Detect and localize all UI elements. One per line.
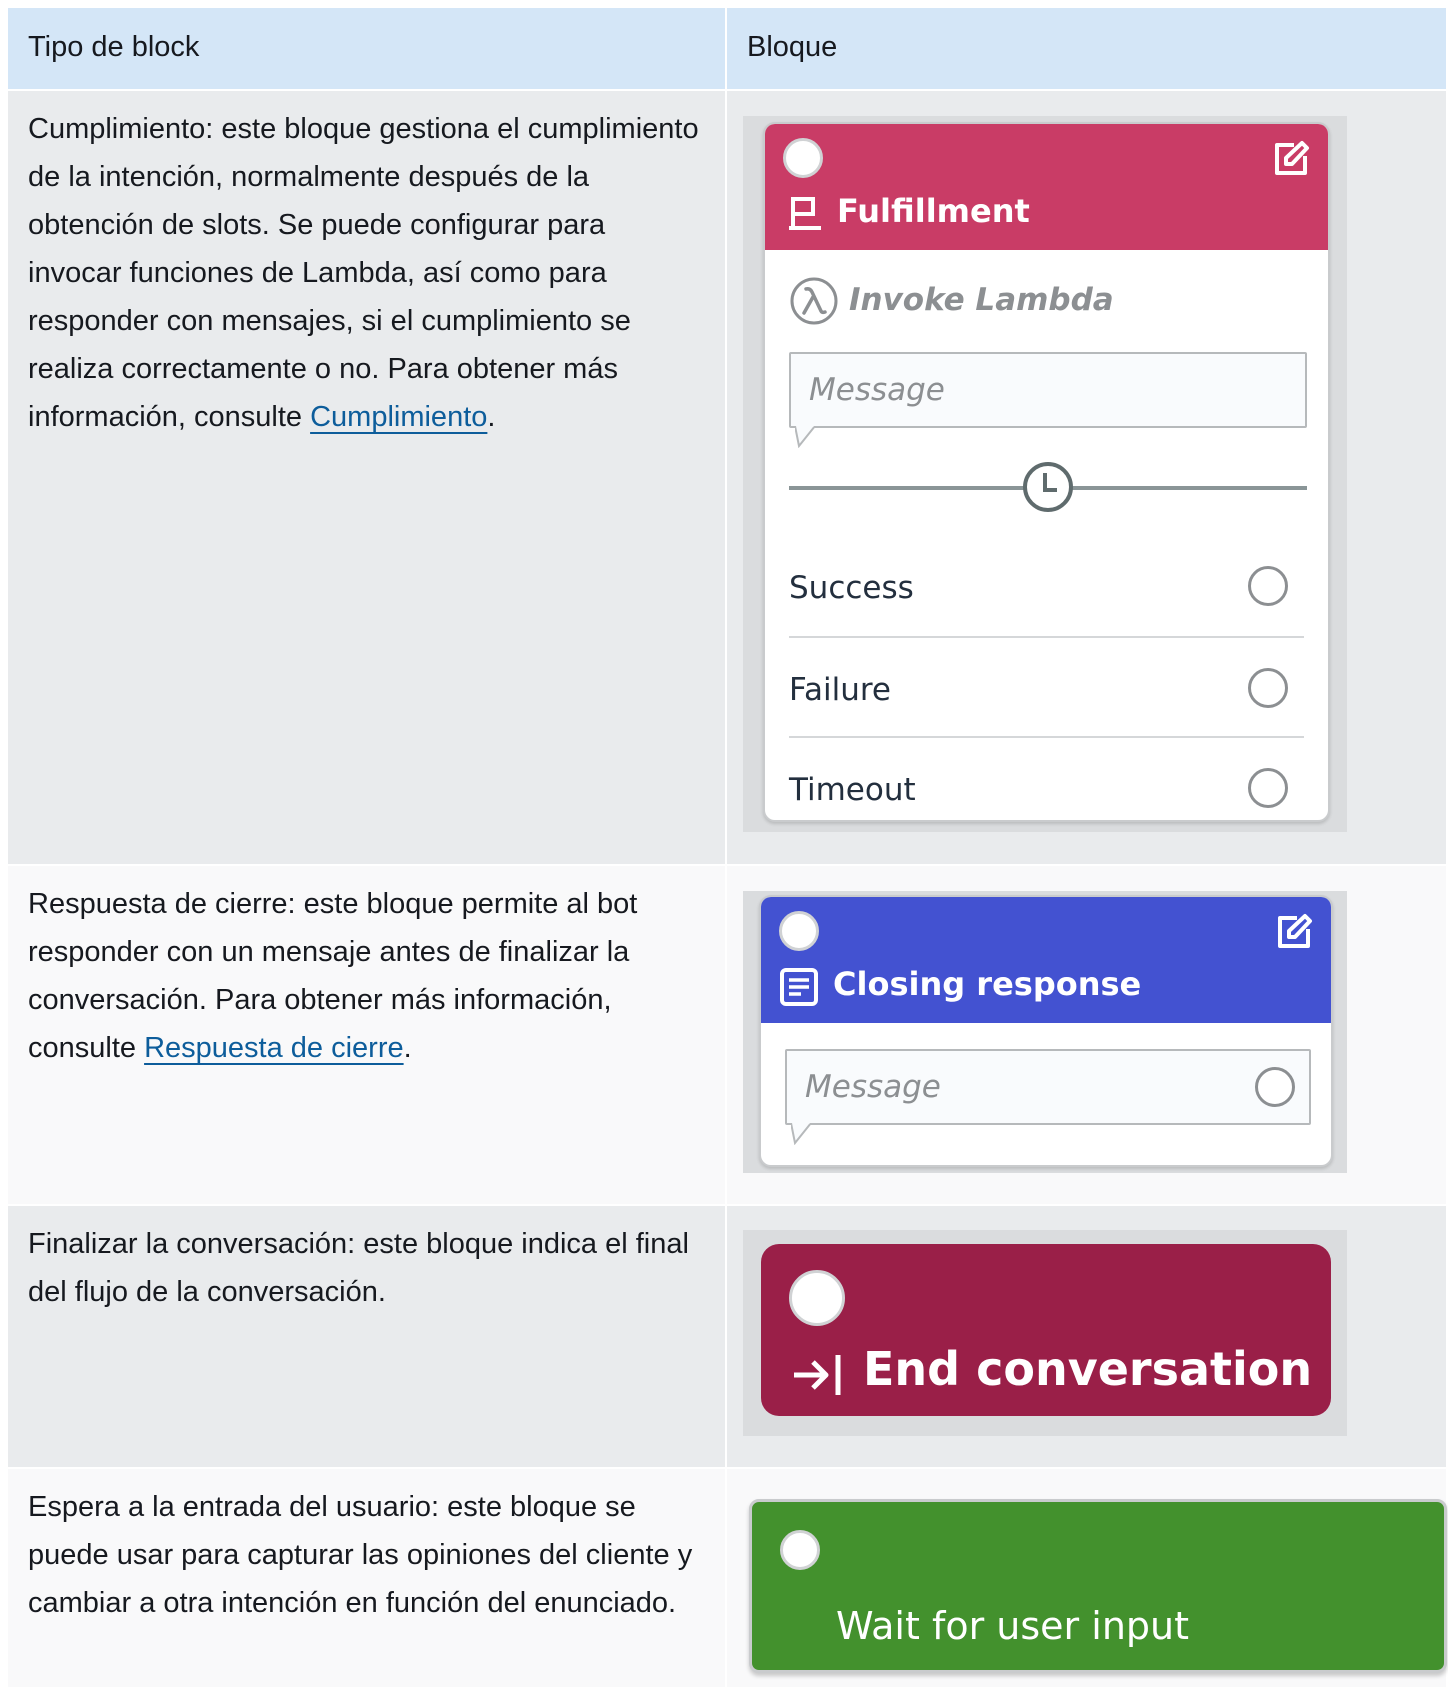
link-fulfillment[interactable]: Cumplimiento	[310, 401, 487, 433]
message-placeholder: Message	[809, 372, 945, 408]
wait-for-input-block: Wait for user input	[749, 1499, 1447, 1673]
closing-title: Closing response	[833, 965, 1142, 1003]
outcome-label: Failure	[789, 672, 891, 708]
document-icon	[780, 968, 818, 1006]
closing-response-block: Closing response Message	[759, 895, 1333, 1167]
fulfillment-header: Fulfillment	[765, 124, 1328, 250]
outcome-label: Success	[789, 570, 914, 606]
closing-header: Closing response	[761, 897, 1331, 1023]
outcome-row-timeout: Timeout	[789, 736, 1304, 820]
edit-icon[interactable]	[1272, 140, 1310, 178]
description-text: Espera a la entrada del usuario: este bl…	[28, 1491, 693, 1619]
speech-tail-icon	[795, 426, 816, 448]
flag-icon	[789, 197, 821, 230]
wait-title: Wait for user input	[836, 1604, 1190, 1648]
outcome-connector-dot[interactable]	[1248, 566, 1288, 606]
description-cell: Finalizar la conversación: este bloque i…	[8, 1205, 727, 1469]
header-block: Bloque	[726, 8, 1448, 91]
closing-block-image: Closing response Message	[743, 891, 1347, 1173]
header-block-type: Tipo de block	[8, 8, 727, 91]
input-connector-dot[interactable]	[789, 1270, 845, 1326]
input-connector-dot[interactable]	[780, 1530, 820, 1570]
block-cell: Fulfillment Invoke Lambda Message Succes…	[726, 90, 1448, 866]
message-field[interactable]: Message	[789, 352, 1307, 428]
table-row: Finalizar la conversación: este bloque i…	[8, 1205, 1448, 1469]
fulfillment-block-image: Fulfillment Invoke Lambda Message Succes…	[743, 116, 1347, 832]
lambda-icon	[790, 277, 838, 325]
description-text: Cumplimiento: este bloque gestiona el cu…	[28, 113, 699, 433]
table-row: Cumplimiento: este bloque gestiona el cu…	[8, 90, 1448, 866]
description-text: Finalizar la conversación: este bloque i…	[28, 1228, 689, 1308]
description-cell: Espera a la entrada del usuario: este bl…	[8, 1468, 727, 1689]
table-header-row: Tipo de block Bloque	[8, 8, 1448, 91]
input-connector-dot[interactable]	[779, 911, 819, 951]
link-closing-response[interactable]: Respuesta de cierre	[144, 1032, 404, 1064]
edit-icon[interactable]	[1275, 913, 1313, 951]
fulfillment-title: Fulfillment	[837, 192, 1030, 230]
arrow-to-bar-icon	[794, 1355, 841, 1395]
message-placeholder: Message	[805, 1069, 941, 1105]
clock-icon	[1023, 462, 1073, 512]
outcome-connector-dot[interactable]	[1248, 768, 1288, 808]
speech-tail-icon	[791, 1123, 812, 1145]
outcome-row-success: Success	[789, 536, 1304, 636]
end-conversation-block: End conversation	[761, 1244, 1331, 1416]
table-row: Espera a la entrada del usuario: este bl…	[8, 1468, 1448, 1689]
end-block-image: End conversation	[743, 1230, 1347, 1436]
block-cell: Wait for user input	[726, 1468, 1448, 1689]
input-connector-dot[interactable]	[783, 138, 823, 178]
fulfillment-block: Fulfillment Invoke Lambda Message Succes…	[763, 122, 1330, 822]
block-cell: End conversation	[726, 1205, 1448, 1469]
description-cell: Cumplimiento: este bloque gestiona el cu…	[8, 90, 727, 866]
message-connector-dot[interactable]	[1255, 1067, 1295, 1107]
block-types-table: Tipo de block Bloque Cumplimiento: este …	[8, 8, 1448, 1689]
description-cell: Respuesta de cierre: este bloque permite…	[8, 865, 727, 1206]
outcome-label: Timeout	[789, 772, 916, 808]
block-cell: Closing response Message	[726, 865, 1448, 1206]
invoke-lambda-label: Invoke Lambda	[849, 282, 1114, 318]
end-title: End conversation	[863, 1342, 1313, 1396]
description-period: .	[487, 401, 496, 433]
outcome-row-failure: Failure	[789, 636, 1304, 736]
table-row: Respuesta de cierre: este bloque permite…	[8, 865, 1448, 1206]
outcome-connector-dot[interactable]	[1248, 668, 1288, 708]
message-field[interactable]: Message	[785, 1049, 1311, 1125]
description-period: .	[403, 1032, 412, 1064]
